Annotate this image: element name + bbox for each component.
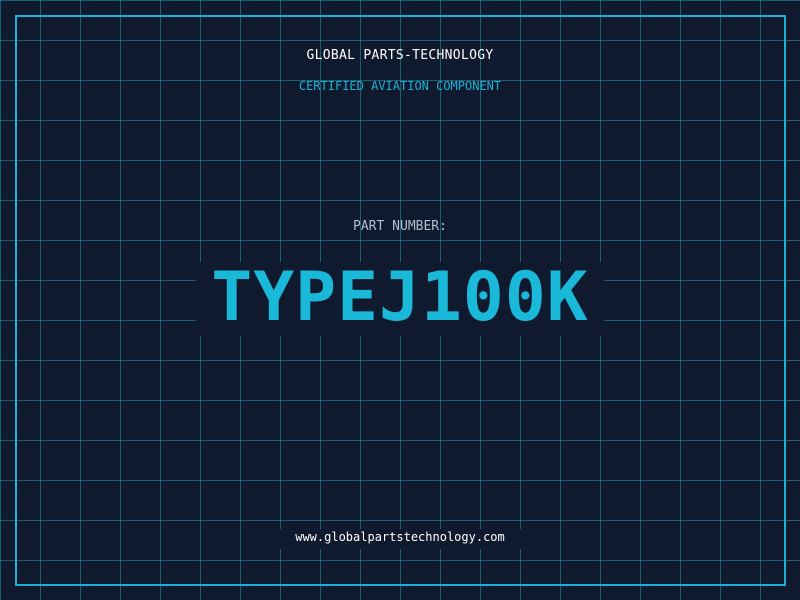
certificate-card: GLOBAL PARTS-TECHNOLOGY CERTIFIED AVIATI… xyxy=(0,0,800,600)
company-name: GLOBAL PARTS-TECHNOLOGY xyxy=(306,48,494,63)
part-number-label: PART NUMBER: xyxy=(353,219,447,234)
certification-text: CERTIFIED AVIATION COMPONENT xyxy=(298,79,502,93)
part-number-value: TYPEJ100K xyxy=(211,258,589,337)
website-url: www.globalpartstechnology.com xyxy=(295,530,505,544)
